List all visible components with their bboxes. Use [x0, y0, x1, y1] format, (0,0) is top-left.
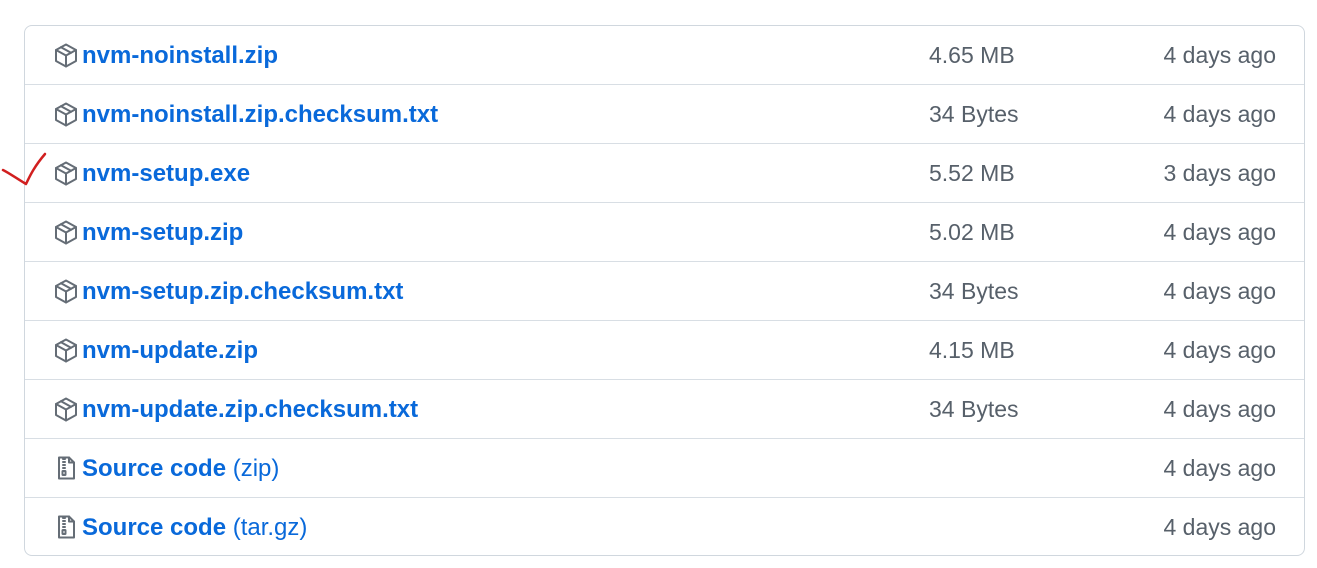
asset-download-link[interactable]: nvm-setup.zip	[82, 203, 243, 262]
asset-suffix: (zip)	[226, 455, 280, 482]
asset-download-link[interactable]: nvm-update.zip.checksum.txt	[82, 380, 418, 439]
asset-download-link[interactable]: nvm-noinstall.zip.checksum.txt	[82, 85, 438, 144]
asset-row: nvm-noinstall.zip 4.65 MB 4 days ago	[25, 26, 1304, 85]
asset-size: 5.02 MB	[929, 219, 1015, 245]
asset-date: 4 days ago	[1163, 337, 1276, 363]
asset-row: nvm-setup.zip.checksum.txt 34 Bytes 4 da…	[25, 262, 1304, 321]
asset-row: nvm-update.zip.checksum.txt 34 Bytes 4 d…	[25, 380, 1304, 439]
package-icon	[53, 278, 79, 304]
asset-date: 4 days ago	[1163, 455, 1276, 481]
asset-size: 34 Bytes	[929, 101, 1019, 127]
asset-download-link[interactable]: nvm-noinstall.zip	[82, 26, 278, 85]
asset-suffix: (tar.gz)	[226, 514, 308, 541]
asset-size: 5.52 MB	[929, 160, 1015, 186]
source-code-targz-link[interactable]: Source code (tar.gz)	[82, 498, 308, 555]
asset-download-link[interactable]: nvm-setup.exe	[82, 144, 250, 203]
package-icon	[53, 101, 79, 127]
asset-date: 4 days ago	[1163, 42, 1276, 68]
package-icon	[53, 219, 79, 245]
asset-row: nvm-update.zip 4.15 MB 4 days ago	[25, 321, 1304, 380]
asset-name: nvm-update.zip	[82, 337, 259, 364]
file-zip-icon	[53, 455, 79, 481]
asset-date: 3 days ago	[1163, 160, 1276, 186]
release-assets-list: nvm-noinstall.zip 4.65 MB 4 days ago nvm…	[24, 25, 1305, 556]
asset-size: 4.65 MB	[929, 42, 1015, 68]
asset-row: Source code (tar.gz) 4 days ago	[25, 498, 1304, 555]
asset-row: nvm-setup.exe 5.52 MB 3 days ago	[25, 144, 1304, 203]
source-code-zip-link[interactable]: Source code (zip)	[82, 439, 279, 498]
asset-date: 4 days ago	[1163, 219, 1276, 245]
file-zip-icon	[53, 514, 79, 540]
asset-name: nvm-setup.zip	[82, 219, 244, 246]
asset-name: Source code	[82, 455, 227, 482]
asset-size: 34 Bytes	[929, 278, 1019, 304]
asset-download-link[interactable]: nvm-update.zip	[82, 321, 258, 380]
package-icon	[53, 396, 79, 422]
asset-size: 34 Bytes	[929, 396, 1019, 422]
asset-date: 4 days ago	[1163, 396, 1276, 422]
asset-date: 4 days ago	[1163, 101, 1276, 127]
asset-name: nvm-noinstall.zip.checksum.txt	[82, 101, 439, 128]
asset-name: Source code	[82, 514, 227, 541]
asset-download-link[interactable]: nvm-setup.zip.checksum.txt	[82, 262, 403, 321]
asset-name: nvm-noinstall.zip	[82, 42, 279, 69]
asset-size: 4.15 MB	[929, 337, 1015, 363]
asset-name: nvm-setup.zip.checksum.txt	[82, 278, 404, 305]
asset-row: nvm-setup.zip 5.02 MB 4 days ago	[25, 203, 1304, 262]
asset-date: 4 days ago	[1163, 278, 1276, 304]
asset-row: Source code (zip) 4 days ago	[25, 439, 1304, 498]
package-icon	[53, 42, 79, 68]
asset-name: nvm-setup.exe	[82, 160, 251, 187]
asset-name: nvm-update.zip.checksum.txt	[82, 396, 419, 423]
package-icon	[53, 160, 79, 186]
asset-row: nvm-noinstall.zip.checksum.txt 34 Bytes …	[25, 85, 1304, 144]
asset-date: 4 days ago	[1163, 514, 1276, 540]
package-icon	[53, 337, 79, 363]
